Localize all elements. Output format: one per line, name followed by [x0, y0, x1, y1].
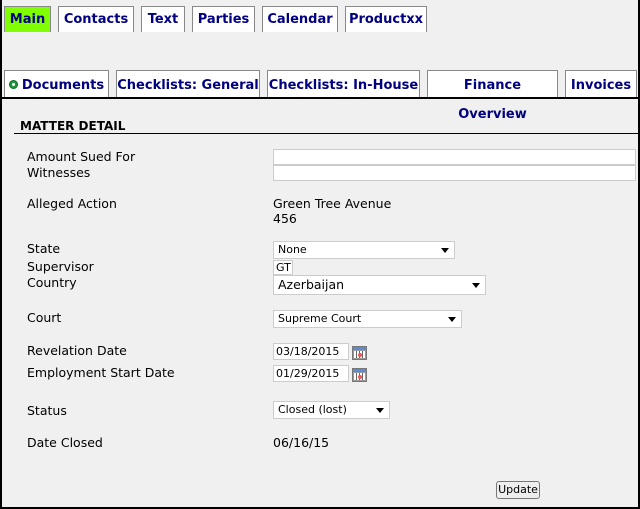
tab-label: Main — [9, 12, 46, 27]
tab-label: Text — [147, 12, 179, 27]
supervisor-value: GT — [276, 261, 291, 274]
alleged-action-value-line1: Green Tree Avenue — [273, 196, 392, 211]
tab-finance-overview[interactable]: Finance Overview — [427, 70, 558, 122]
court-label: Court — [27, 310, 62, 325]
date-closed-value: 06/16/15 — [273, 435, 330, 450]
section-title: MATTER DETAIL — [20, 119, 126, 133]
country-label: Country — [27, 275, 77, 290]
tab-contacts[interactable]: Contacts — [58, 6, 134, 32]
tab-parties[interactable]: Parties — [192, 6, 255, 32]
section-divider — [14, 133, 640, 134]
tab-label: Productxx — [348, 12, 424, 27]
tab-label: Finance Overview — [458, 78, 527, 122]
witnesses-label: Witnesses — [27, 165, 91, 180]
country-selected-value: Azerbaijan — [278, 277, 345, 292]
tab-label: Contacts — [63, 12, 129, 27]
date-closed-label: Date Closed — [27, 435, 103, 450]
tab-productxx[interactable]: Productxx — [345, 6, 427, 32]
chevron-down-icon — [441, 248, 449, 253]
witnesses-input[interactable] — [273, 165, 636, 181]
revelation-date-label: Revelation Date — [27, 343, 127, 358]
circle-status-icon — [8, 80, 18, 89]
calendar-icon[interactable] — [352, 368, 367, 382]
tab-calendar[interactable]: Calendar — [262, 6, 338, 32]
tab-text[interactable]: Text — [141, 6, 185, 32]
court-select[interactable]: Supreme Court — [273, 310, 462, 328]
amount-sued-for-label: Amount Sued For — [27, 149, 136, 164]
court-selected-value: Supreme Court — [278, 312, 362, 325]
chevron-down-icon — [448, 317, 456, 322]
tab-documents[interactable]: Documents — [4, 70, 109, 97]
status-select[interactable]: Closed (lost) — [273, 401, 390, 419]
tab-divider — [0, 97, 640, 99]
supervisor-input[interactable]: GT — [273, 260, 293, 275]
tab-invoices[interactable]: Invoices — [565, 70, 637, 97]
amount-sued-for-input[interactable] — [273, 149, 636, 165]
tab-label: Checklists: In-House — [268, 78, 419, 93]
employment-start-date-input[interactable]: 01/29/2015 — [273, 365, 349, 382]
tab-main[interactable]: Main — [4, 6, 51, 32]
tab-label: Parties — [197, 12, 250, 27]
alleged-action-label: Alleged Action — [27, 196, 117, 211]
state-selected-value: None — [278, 243, 307, 256]
status-selected-value: Closed (lost) — [278, 403, 347, 416]
tab-checklists-in-house[interactable]: Checklists: In-House — [267, 70, 420, 97]
revelation-date-input[interactable]: 03/18/2015 — [273, 343, 349, 360]
state-label: State — [27, 241, 61, 256]
calendar-icon[interactable] — [352, 346, 367, 360]
chevron-down-icon — [472, 283, 480, 288]
employment-start-date-label: Employment Start Date — [27, 365, 175, 380]
alleged-action-value-line2: 456 — [273, 211, 297, 226]
update-button[interactable]: Update — [496, 481, 540, 499]
supervisor-label: Supervisor — [27, 259, 94, 274]
tab-label: Calendar — [267, 12, 333, 27]
tab-label: Checklists: General — [117, 78, 259, 93]
status-label: Status — [27, 403, 67, 418]
tab-label: Documents — [21, 78, 105, 93]
tab-checklists-general[interactable]: Checklists: General — [116, 70, 260, 97]
chevron-down-icon — [376, 408, 384, 413]
tab-label: Invoices — [570, 78, 632, 93]
state-select[interactable]: None — [273, 241, 455, 259]
country-select[interactable]: Azerbaijan — [273, 275, 486, 295]
